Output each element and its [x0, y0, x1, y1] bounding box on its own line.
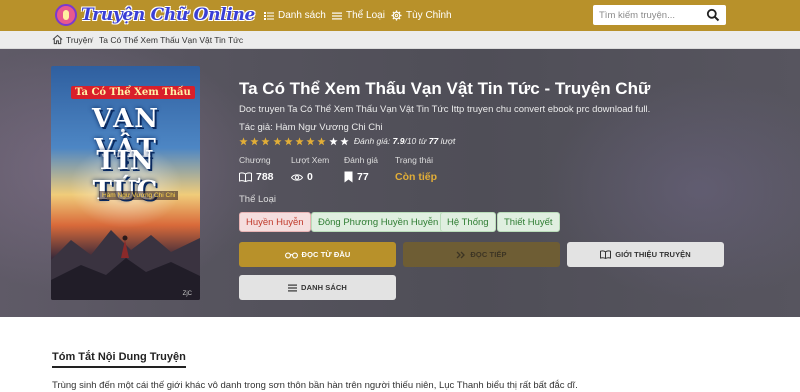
stat-value: 0 [307, 171, 313, 183]
search-box [593, 5, 726, 25]
stat-value: 788 [256, 171, 274, 183]
stat-label: Trạng thái [395, 155, 433, 165]
button-label: ĐỌC TIẾP [470, 250, 507, 259]
home-icon[interactable] [52, 34, 63, 45]
genre-tag[interactable]: Huyền Huyễn [239, 212, 311, 232]
genre-label: Thể Loại [239, 194, 276, 205]
rating-scale: /10 từ [404, 136, 427, 146]
nav-label: Thể Loại [346, 10, 385, 21]
button-label: ĐỌC TỪ ĐẦU [301, 250, 351, 259]
book-hero: Ta Có Thể Xem Thấu VẠN VẬT TIN TỨC Hàm N… [0, 49, 800, 317]
rating-text: Đánh giá: 7.9/10 từ 77 lượt [354, 136, 456, 146]
stat-ratings: Đánh giá 77 [344, 155, 378, 183]
breadcrumb: Truyện / Ta Có Thể Xem Thấu Vạn Vật Tin … [0, 31, 800, 49]
stat-label: Đánh giá [344, 155, 379, 165]
genre-tag[interactable]: Thiết Huyết [497, 212, 560, 232]
button-label: DANH SÁCH [301, 283, 347, 292]
gear-icon [391, 10, 402, 21]
rating-votes: 77 [428, 136, 439, 146]
book-author: Tác giả: Hàm Ngư Vương Chi Chi [239, 122, 383, 133]
breadcrumb-current: Ta Có Thể Xem Thấu Vạn Vật Tin Tức [99, 35, 244, 45]
list-icon [288, 284, 298, 291]
star-filled-icon [295, 136, 304, 145]
nav-label: Tùy Chỉnh [406, 10, 452, 21]
breadcrumb-link-truyen[interactable]: Truyện [66, 35, 92, 45]
genre-tag[interactable]: Hệ Thống [440, 212, 496, 232]
book-description: Doc truyen Ta Có Thể Xem Thấu Vạn Vật Ti… [239, 104, 651, 115]
stat-views: Lượt Xem 0 [291, 155, 329, 183]
rating-score: 7.9 [392, 136, 405, 146]
nav-the-loai[interactable]: Thể Loại [332, 0, 385, 31]
bookmark-icon [344, 171, 353, 183]
read-from-start-button[interactable]: ĐỌC TỪ ĐẦU [239, 242, 396, 267]
logo-icon [55, 4, 77, 26]
nav-danh-sach[interactable]: Danh sách [264, 0, 326, 31]
star-empty-icon [340, 136, 349, 145]
star-filled-icon [261, 136, 271, 145]
chapter-list-button[interactable]: DANH SÁCH [239, 275, 396, 300]
author-label: Tác giả: [239, 122, 273, 133]
stat-label: Chương [239, 155, 271, 165]
rating-prefix: Đánh giá: [353, 136, 391, 146]
list-icon [264, 11, 274, 20]
nav-tuy-chinh[interactable]: Tùy Chỉnh [391, 0, 452, 31]
author-name[interactable]: Hàm Ngư Vương Chi Chi [275, 122, 382, 133]
search-input[interactable] [599, 7, 703, 23]
read-next-button[interactable]: ĐỌC TIẾP [403, 242, 560, 267]
star-empty-icon [328, 136, 338, 145]
rating-suffix: lượt [440, 136, 456, 146]
cover-mark: ZjC [182, 291, 192, 297]
rating-stars: Đánh giá: 7.9/10 từ 77 lượt [239, 135, 455, 147]
search-icon[interactable] [706, 8, 720, 22]
star-filled-icon [317, 136, 326, 145]
stat-value: 77 [357, 171, 369, 183]
stat-status: Trạng thái Còn tiếp [395, 155, 437, 183]
summary-text: Trùng sinh đến một cái thế giới khác vô … [52, 380, 578, 391]
breadcrumb-separator: / [91, 35, 94, 45]
star-filled-icon [306, 136, 315, 145]
top-navbar: Truyện Chữ Online Danh sách Thể Loại Tùy… [0, 0, 800, 31]
nav-label: Danh sách [278, 10, 326, 21]
logo-text: Truyện Chữ Online [81, 5, 256, 25]
book-cover: Ta Có Thể Xem Thấu VẠN VẬT TIN TỨC Hàm N… [51, 66, 200, 300]
star-filled-icon [272, 136, 282, 145]
double-chevron-right-icon [456, 251, 466, 258]
site-logo[interactable]: Truyện Chữ Online [55, 3, 255, 27]
menu-icon [332, 12, 342, 19]
stat-chapters: Chương 788 [239, 155, 274, 183]
summary-heading: Tóm Tắt Nội Dung Truyện [52, 351, 186, 368]
button-label: GIỚI THIỆU TRUYỆN [615, 250, 691, 259]
stars-container [239, 136, 351, 146]
eye-icon [291, 173, 303, 181]
open-book-icon [600, 250, 612, 259]
book-title: Ta Có Thể Xem Thấu Vạn Vật Tin Tức - Tru… [239, 79, 651, 98]
stat-label: Lượt Xem [291, 155, 330, 165]
genre-tag[interactable]: Đông Phương Huyền Huyễn [311, 212, 446, 232]
cover-title-line1: Ta Có Thể Xem Thấu [71, 86, 195, 99]
book-icon [239, 172, 252, 182]
cover-author-tag: Hàm Ngư Vương Chi Chi [99, 191, 179, 200]
star-filled-icon [239, 136, 248, 145]
status-value: Còn tiếp [395, 171, 437, 183]
star-filled-icon [284, 136, 293, 145]
star-filled-icon [250, 136, 259, 145]
glasses-icon [284, 252, 298, 258]
intro-button[interactable]: GIỚI THIỆU TRUYỆN [567, 242, 724, 267]
cover-mountains [51, 230, 200, 300]
